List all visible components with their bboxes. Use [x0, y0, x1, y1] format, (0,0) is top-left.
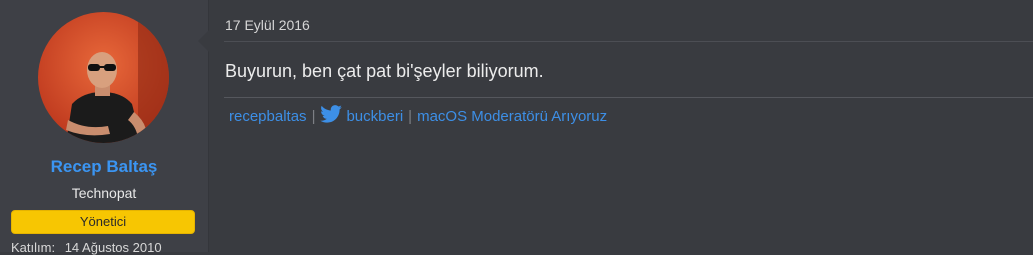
post-date[interactable]: 17 Eylül 2016: [225, 17, 310, 33]
signature: recepbaltas | buckberi | macOS Moderatör…: [229, 105, 607, 125]
avatar-image: [38, 12, 169, 143]
user-panel: Recep Baltaş Technopat Yönetici Katılım:…: [0, 0, 209, 255]
post-pointer-arrow: [198, 30, 209, 52]
twitter-bird-icon: [320, 105, 343, 123]
post-content: 17 Eylül 2016 Buyurun, ben çat pat bi'şe…: [212, 0, 1033, 252]
joined-info: Katılım: 14 Ağustos 2010: [11, 240, 201, 255]
signature-link-buckberi[interactable]: buckberi: [346, 108, 403, 125]
signature-separator: |: [311, 107, 316, 125]
user-title: Technopat: [71, 185, 137, 201]
post-header-divider: [224, 41, 1033, 42]
signature-separator: |: [408, 107, 413, 125]
joined-date: 14 Ağustos 2010: [64, 240, 162, 255]
username-link[interactable]: Recep Baltaş: [0, 157, 208, 177]
signature-link-recepbaltas[interactable]: recepbaltas: [229, 108, 307, 125]
post-message: Buyurun, ben çat pat bi'şeyler biliyorum…: [225, 61, 544, 81]
signature-divider: [224, 97, 1033, 98]
avatar[interactable]: [38, 12, 169, 143]
joined-label: Katılım:: [11, 240, 56, 255]
signature-link-macos-moderator[interactable]: macOS Moderatörü Arıyoruz: [417, 108, 607, 125]
role-badge: Yönetici: [11, 210, 195, 234]
